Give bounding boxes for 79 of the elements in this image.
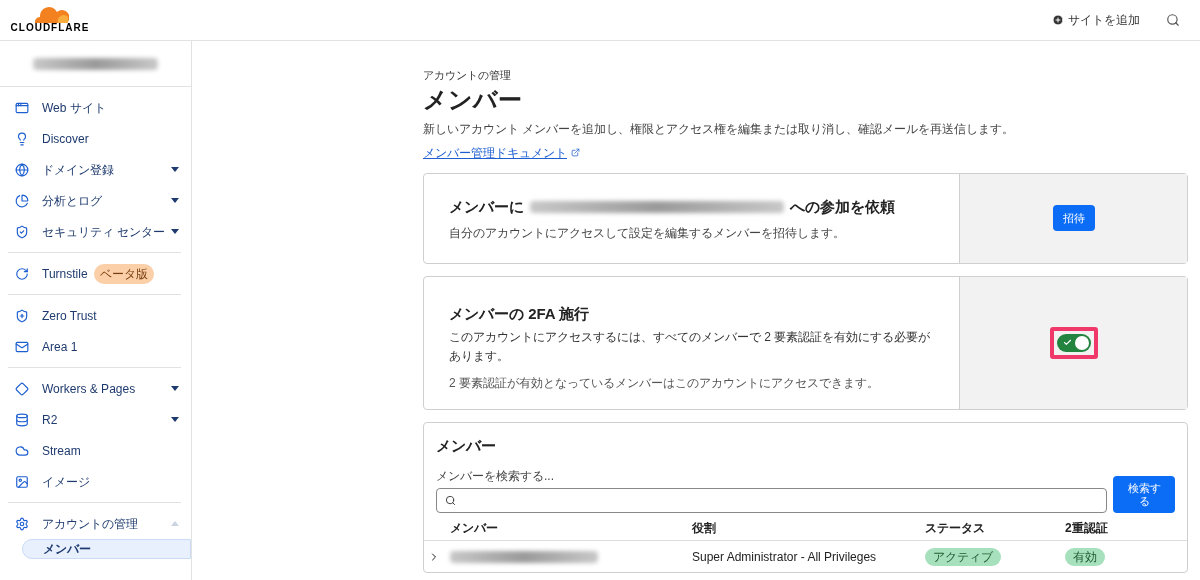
database-icon bbox=[15, 412, 29, 427]
browser-window-icon bbox=[15, 100, 29, 115]
sidebar-item[interactable]: Zero Trust bbox=[8, 300, 181, 331]
sidebar-item[interactable]: アカウントの管理 bbox=[8, 508, 181, 539]
status-badge: アクティブ bbox=[925, 547, 1001, 566]
sidebar-label: R2 bbox=[42, 411, 58, 429]
invite-title: への参加を依頼 bbox=[790, 196, 895, 217]
check-icon bbox=[1062, 338, 1072, 347]
beta-badge: ベータ版 bbox=[93, 263, 154, 284]
sidebar-label: Web サイト bbox=[42, 99, 106, 117]
members-title: メンバー bbox=[436, 435, 497, 456]
globe-icon bbox=[15, 162, 29, 177]
sidebar-label: Discover bbox=[42, 130, 89, 148]
refresh-icon bbox=[15, 266, 29, 281]
page-title: メンバー bbox=[423, 84, 523, 115]
sidebar-label: アカウントの管理 bbox=[42, 515, 138, 533]
sidebar-item[interactable]: Web サイト bbox=[8, 92, 181, 123]
sidebar-label: 分析とログ bbox=[42, 192, 102, 210]
sidebar-item[interactable]: Stream bbox=[8, 435, 181, 466]
pie-chart-icon bbox=[15, 193, 29, 208]
invite-description: 自分のアカウントにアクセスして設定を編集するメンバーを招待します。 bbox=[449, 225, 846, 242]
column-header: メンバー bbox=[449, 520, 499, 537]
toggle-knob bbox=[1074, 335, 1089, 350]
search-button[interactable]: 検索する bbox=[1113, 476, 1175, 513]
caret-icon bbox=[171, 198, 179, 203]
image-icon bbox=[15, 474, 29, 489]
sidebar-label: Stream bbox=[42, 442, 81, 460]
sidebar-item[interactable]: 分析とログ bbox=[8, 185, 181, 216]
breadcrumb: アカウントの管理 bbox=[423, 68, 512, 83]
two-factor-badge: 有効 bbox=[1065, 547, 1105, 566]
logo[interactable]: CLOUDFLARE bbox=[10, 7, 90, 33]
invite-button[interactable]: 招待 bbox=[1052, 204, 1095, 232]
sidebar-item[interactable]: セキュリティ センター bbox=[8, 216, 181, 247]
search-icon bbox=[445, 495, 456, 506]
sidebar-label: Workers & Pages bbox=[42, 380, 136, 398]
column-header: ステータス bbox=[925, 520, 986, 537]
settings-icon bbox=[15, 516, 29, 531]
shield-icon bbox=[15, 224, 29, 239]
caret-icon bbox=[171, 521, 179, 526]
sidebar-item[interactable]: Turnstile ベータ版 bbox=[8, 258, 181, 289]
caret-icon bbox=[171, 417, 179, 422]
caret-icon bbox=[171, 229, 179, 234]
two-factor-title: メンバーの 2FA 施行 bbox=[449, 303, 591, 324]
two-factor-note: 2 要素認証が有効となっているメンバーはこのアカウントにアクセスできます。 bbox=[449, 375, 880, 392]
sidebar-item[interactable]: ドメイン登録 bbox=[8, 154, 181, 185]
sidebar-item[interactable]: Workers & Pages bbox=[8, 373, 181, 404]
sidebar-label: Turnstile bbox=[42, 265, 88, 283]
logo-text: CLOUDFLARE bbox=[10, 23, 90, 33]
sidebar-item[interactable]: R2 bbox=[8, 404, 181, 435]
search-label: メンバーを検索する... bbox=[436, 468, 555, 485]
sidebar-item[interactable]: イメージ bbox=[8, 466, 181, 497]
two-factor-description: このアカウントにアクセスするには、すべてのメンバーで 2 要素認証を有効にする必要があります。 bbox=[449, 329, 932, 365]
docs-link[interactable]: メンバー管理ドキュメント bbox=[423, 143, 580, 162]
sidebar-subitem[interactable]: メンバー bbox=[22, 539, 191, 559]
sidebar-item[interactable]: Area 1 bbox=[8, 331, 181, 362]
role-cell-text: Super Administrator - All Privileges bbox=[692, 548, 878, 566]
search-field[interactable] bbox=[436, 488, 1107, 513]
cloud-icon bbox=[15, 443, 29, 458]
diamond-icon bbox=[15, 381, 29, 396]
column-header: 役割 bbox=[692, 520, 717, 537]
toggle-switch[interactable] bbox=[1049, 326, 1098, 359]
envelope-icon bbox=[15, 339, 29, 354]
external-link-icon bbox=[571, 148, 580, 157]
plus-icon bbox=[1052, 14, 1064, 26]
shield-icon bbox=[15, 308, 29, 323]
page-description: 新しいアカウント メンバーを追加し、権限とアクセス権を編集または取り消し、確認メールを再送信します。 bbox=[423, 120, 1016, 138]
sidebar-label: イメージ bbox=[42, 473, 90, 491]
search-icon[interactable] bbox=[1166, 13, 1180, 27]
invite-title: メンバーに bbox=[449, 196, 524, 217]
sidebar-item[interactable]: Discover bbox=[8, 123, 181, 154]
sidebar-label: Area 1 bbox=[42, 338, 78, 356]
sidebar-label: Zero Trust bbox=[42, 307, 97, 325]
column-header: 2重認証 bbox=[1065, 520, 1109, 537]
add-site-button[interactable]: サイトを追加 bbox=[1052, 11, 1140, 29]
lightbulb-icon bbox=[15, 131, 29, 146]
caret-icon bbox=[171, 386, 179, 391]
caret-icon bbox=[171, 167, 179, 172]
sidebar-label: ドメイン登録 bbox=[42, 161, 114, 179]
sidebar-label: セキュリティ センター bbox=[42, 223, 166, 241]
